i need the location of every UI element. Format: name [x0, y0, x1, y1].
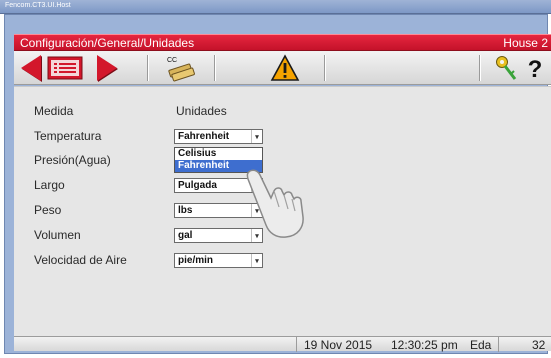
length-value: Pulgada [178, 180, 217, 191]
header-bar: Configuración/General/Unidades House 2 [14, 34, 551, 51]
toolbar-divider [147, 55, 148, 81]
row-label-largo: Largo [34, 178, 65, 192]
row-label-presion: Presión(Agua) [34, 153, 111, 167]
copy-config-icon: CC [167, 57, 195, 82]
house-label: House 2 [503, 36, 548, 50]
next-button[interactable] [94, 54, 120, 82]
toolbar: CC ? [14, 51, 551, 85]
help-button[interactable]: ? [522, 54, 548, 82]
toolbar-divider [324, 55, 325, 81]
app-window: Fencom.CT3.UI.Host Configuración/General… [0, 0, 551, 358]
status-bar: 19 Nov 2015 12:30:25 pm Eda 32 [14, 336, 551, 352]
toolbar-divider [479, 55, 480, 81]
column-header-unidades: Unidades [176, 104, 227, 118]
status-time: 12:30:25 pm [391, 338, 458, 352]
pointing-hand-icon [246, 169, 304, 238]
alarm-button[interactable] [268, 54, 302, 82]
login-button[interactable] [492, 54, 520, 82]
row-label-volumen: Volumen [34, 228, 81, 242]
status-divider [296, 337, 297, 352]
keys-icon [496, 56, 517, 80]
column-header-medida: Medida [34, 104, 74, 118]
status-date: 19 Nov 2015 [304, 338, 373, 352]
chevron-down-icon[interactable]: ▾ [251, 130, 262, 143]
previous-button[interactable] [18, 54, 44, 82]
status-divider [498, 337, 499, 352]
dropdown-option-celisius[interactable]: Celisius [175, 148, 262, 160]
menu-screen-button[interactable] [45, 54, 85, 82]
air-speed-value: pie/min [178, 255, 214, 266]
question-mark-icon: ? [528, 56, 543, 82]
air-speed-select[interactable]: pie/min ▾ [174, 253, 263, 268]
arrow-left-icon [21, 55, 41, 81]
host-titlebar: Fencom.CT3.UI.Host [0, 0, 551, 14]
host-window-title: Fencom.CT3.UI.Host [5, 2, 71, 9]
weight-value: lbs [178, 205, 193, 216]
row-label-velocidad-aire: Velocidad de Aire [34, 253, 127, 267]
status-number: 32 [532, 338, 546, 352]
status-mode: Eda [470, 338, 492, 352]
volume-value: gal [178, 230, 193, 241]
toolbar-divider [214, 55, 215, 81]
chevron-down-icon[interactable]: ▾ [251, 254, 262, 267]
row-label-temperatura: Temperatura [34, 129, 102, 143]
row-label-peso: Peso [34, 203, 62, 217]
settings-panel: Medida Unidades Temperatura Fahrenheit ▾… [14, 86, 551, 336]
screen-list-icon [47, 56, 83, 80]
temperature-select[interactable]: Fahrenheit ▾ [174, 129, 263, 144]
arrow-right-icon [97, 55, 117, 81]
breadcrumb: Configuración/General/Unidades [20, 36, 195, 50]
cc-button[interactable]: CC [161, 54, 199, 82]
svg-text:?: ? [528, 56, 543, 82]
warning-icon [270, 54, 300, 81]
temperature-value: Fahrenheit [178, 131, 230, 142]
svg-text:CC: CC [167, 57, 177, 64]
